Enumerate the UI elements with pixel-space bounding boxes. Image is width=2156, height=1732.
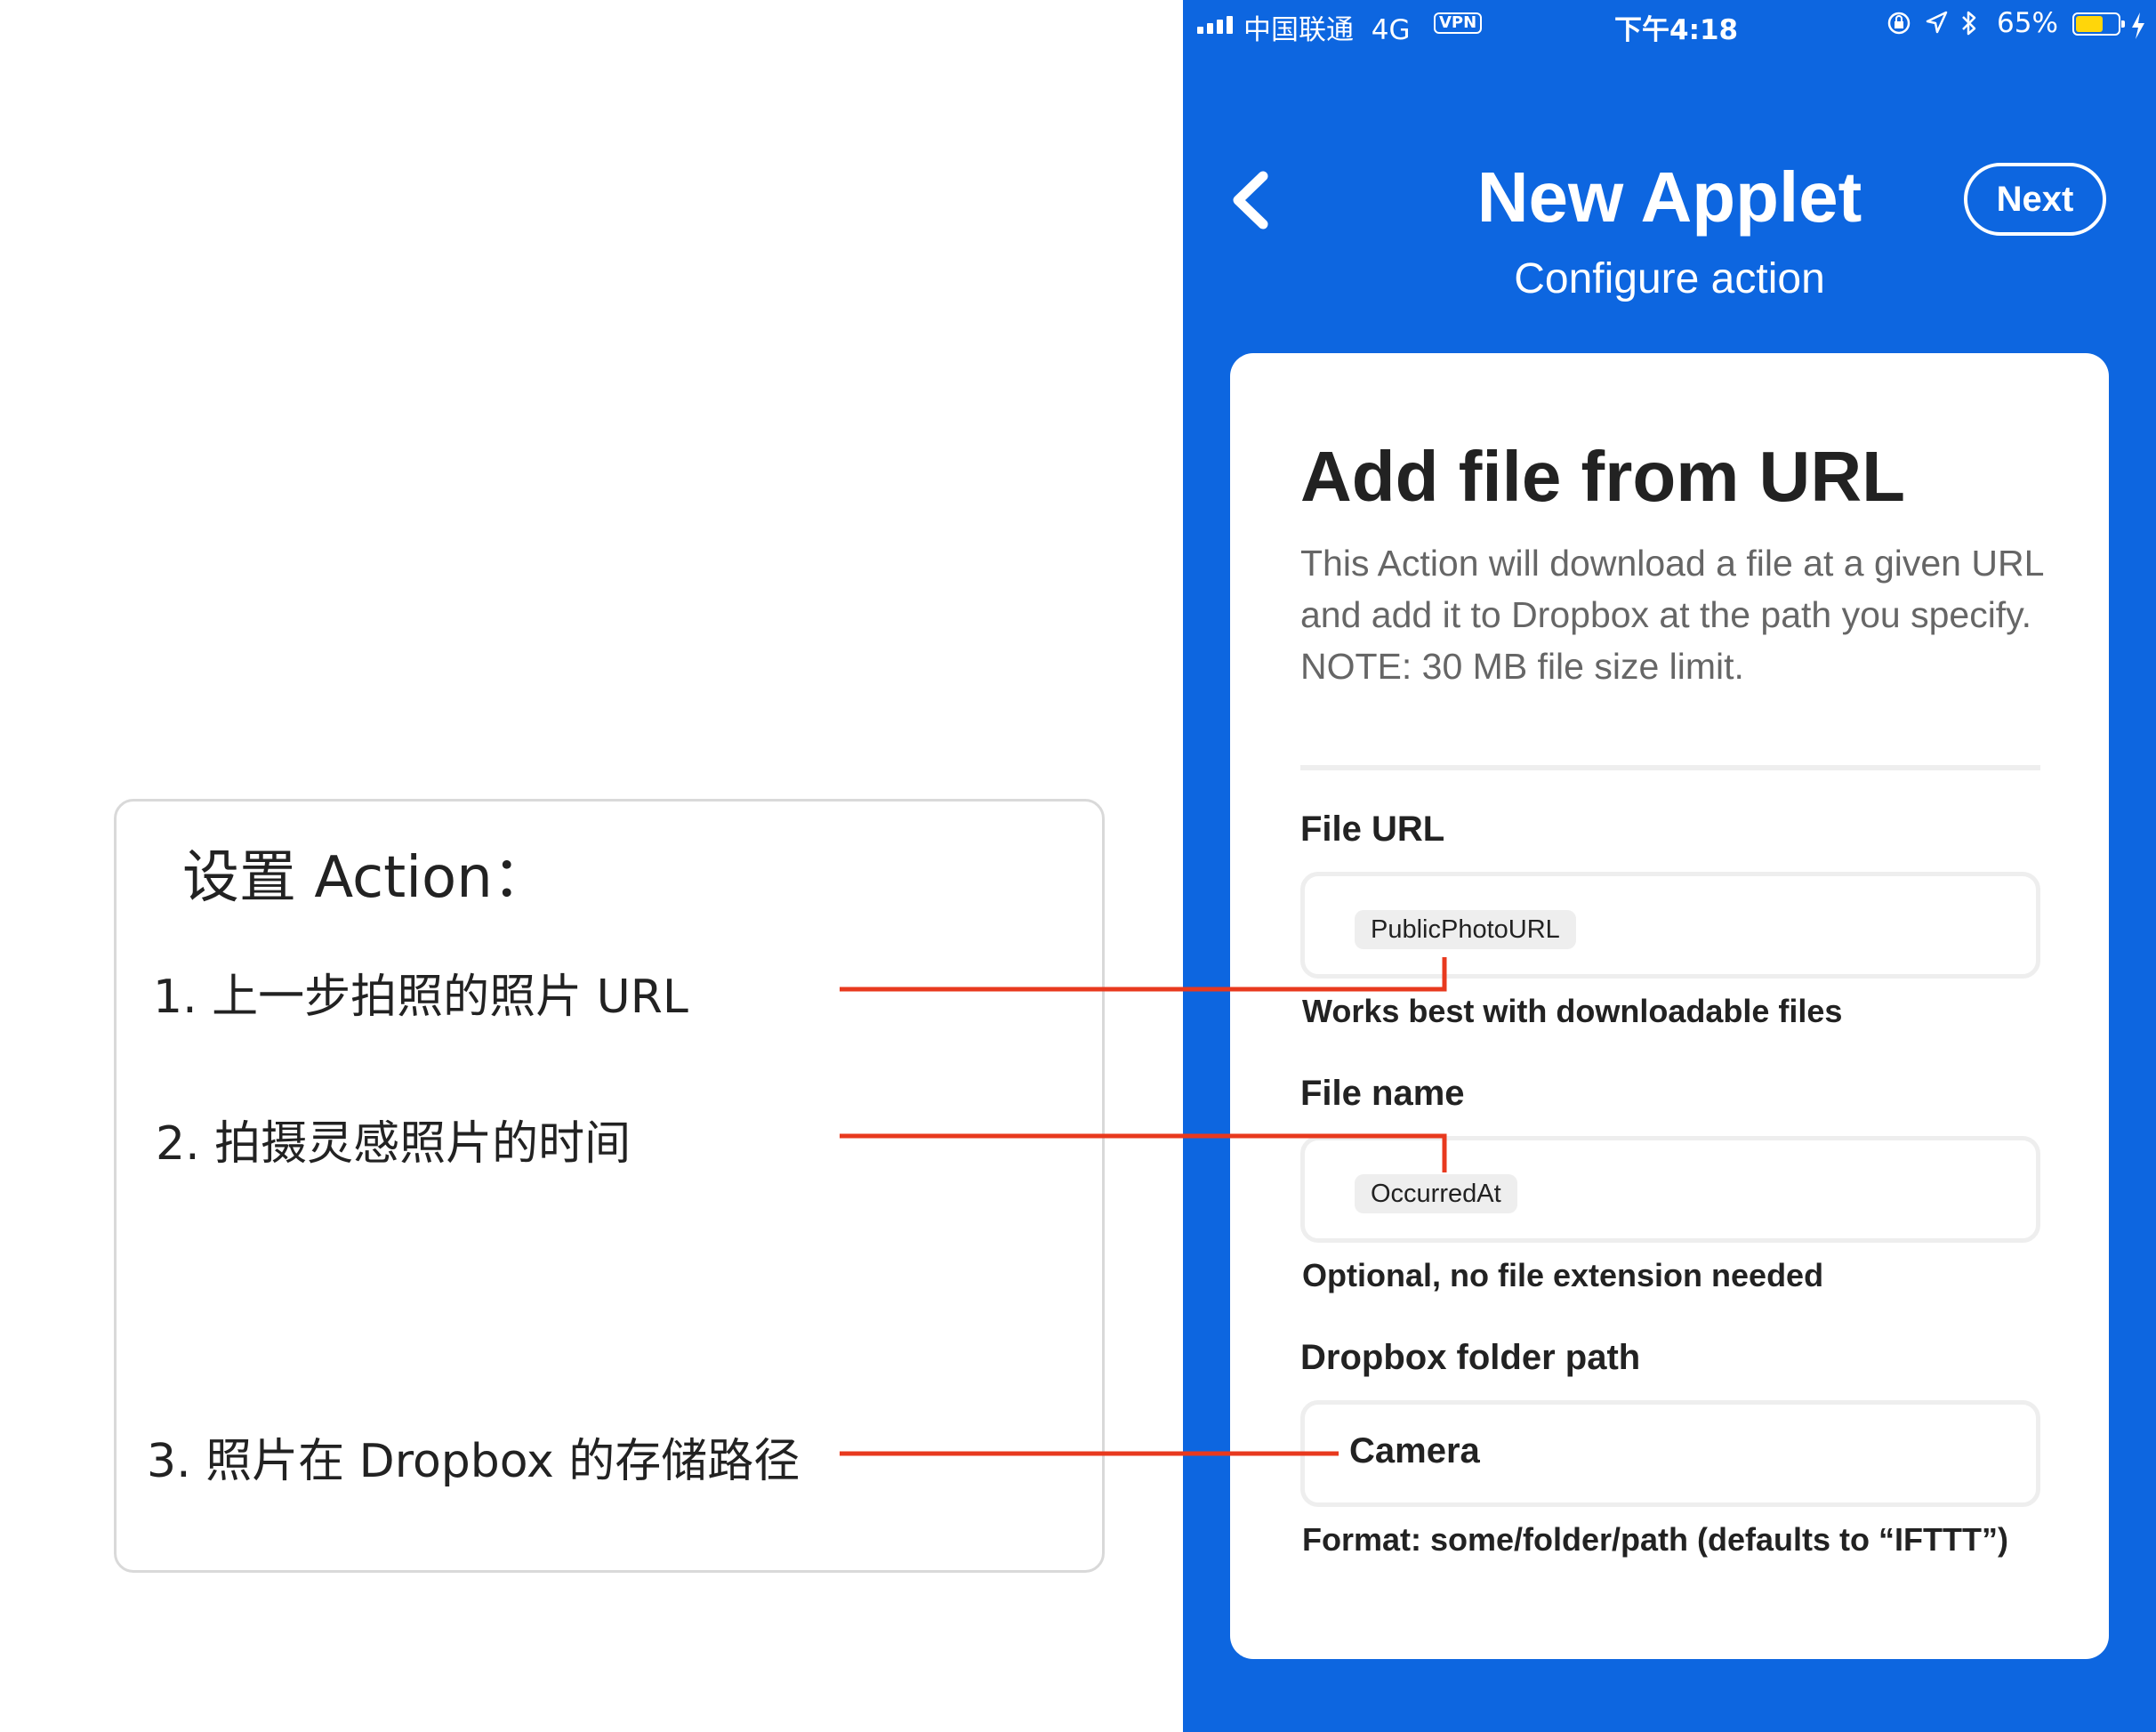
annotation-item-2: 2. 拍摄灵感照片的时间 xyxy=(156,1117,632,1171)
annotation-item-3: 3. 照片在 Dropbox 的存储路径 xyxy=(147,1435,800,1488)
ingredient-occurred-at[interactable]: OccurredAt xyxy=(1355,1174,1517,1213)
file-name-label: File name xyxy=(1300,1074,1465,1113)
folder-path-value[interactable]: Camera xyxy=(1349,1431,1480,1471)
card-content: Add file from URL This Action will downl… xyxy=(1183,0,2156,1732)
annotation-item-1: 1. 上一步拍照的照片 URL xyxy=(153,971,688,1024)
folder-path-label: Dropbox folder path xyxy=(1300,1338,1641,1377)
folder-path-field[interactable]: Camera xyxy=(1300,1400,2040,1507)
annotation-title: 设置 Action： xyxy=(182,845,550,911)
action-description: This Action will download a file at a gi… xyxy=(1300,543,2043,687)
action-title: Add file from URL xyxy=(1300,437,1905,516)
file-name-field[interactable]: OccurredAt xyxy=(1300,1136,2040,1243)
ingredient-public-photo-url[interactable]: PublicPhotoURL xyxy=(1355,910,1576,949)
file-name-help: Optional, no file extension needed xyxy=(1302,1257,1824,1293)
file-url-field[interactable]: PublicPhotoURL xyxy=(1300,872,2040,979)
folder-path-help: Format: some/folder/path (defaults to “I… xyxy=(1302,1521,2008,1558)
divider xyxy=(1300,765,2040,770)
file-url-help: Works best with downloadable files xyxy=(1302,993,1843,1029)
file-url-label: File URL xyxy=(1300,810,1445,849)
